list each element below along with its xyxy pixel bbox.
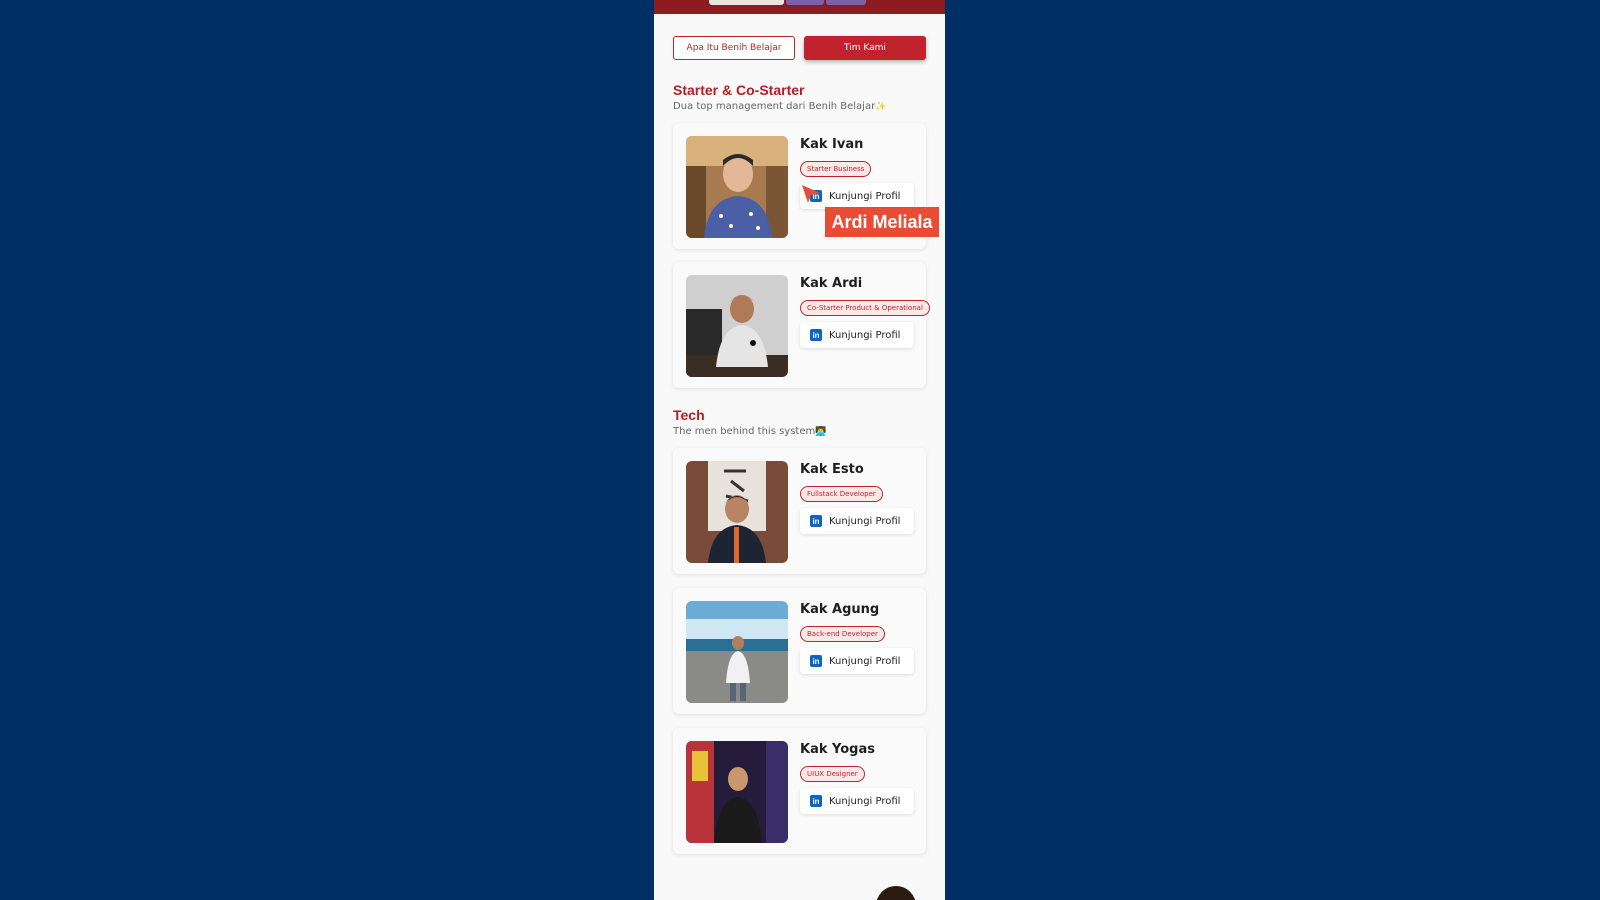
member-card-esto: Kak Esto Fullstack Developer in Kunjungi… [673, 448, 926, 574]
sparkles-icon: ✨ [875, 102, 887, 112]
member-photo [686, 601, 788, 703]
cursor-pointer-icon [802, 185, 820, 203]
visit-profile-label: Kunjungi Profil [829, 655, 901, 667]
mascot-illustration [876, 886, 916, 900]
section-title-starter: Starter & Co-Starter [673, 82, 805, 98]
linkedin-icon: in [810, 655, 822, 667]
visit-profile-button[interactable]: in Kunjungi Profil [800, 648, 914, 674]
member-card-agung: Kak Agung Back-end Developer in Kunjungi… [673, 588, 926, 714]
member-name: Kak Yogas [800, 742, 875, 757]
linkedin-icon: in [810, 795, 822, 807]
member-photo [686, 461, 788, 563]
member-name: Kak Ardi [800, 276, 863, 291]
visit-profile-label: Kunjungi Profil [829, 190, 901, 202]
member-card-yogas: Kak Yogas UIUX Designer in Kunjungi Prof… [673, 728, 926, 854]
tab-apa-itu-benih-belajar[interactable]: Apa Itu Benih Belajar [673, 36, 795, 60]
tab-tim-kami[interactable]: Tim Kami [804, 36, 926, 60]
member-photo [686, 275, 788, 377]
role-badge: Fullstack Developer [800, 486, 883, 502]
cursor-name-tag: Ardi Meliala [825, 207, 939, 237]
linkedin-icon: in [810, 515, 822, 527]
visit-profile-label: Kunjungi Profil [829, 515, 901, 527]
mobile-app-frame: Apa Itu Benih Belajar Tim Kami Starter &… [654, 0, 945, 900]
section-title-tech: Tech [673, 407, 705, 423]
visit-profile-button[interactable]: in Kunjungi Profil [800, 508, 914, 534]
visit-profile-label: Kunjungi Profil [829, 795, 901, 807]
tab-bar: Apa Itu Benih Belajar Tim Kami [673, 36, 927, 60]
section-subtitle-tech: The men behind this system👨‍💻 [673, 426, 827, 437]
role-badge: Starter Business [800, 161, 872, 177]
member-name: Kak Agung [800, 602, 880, 617]
member-name: Kak Ivan [800, 137, 864, 152]
member-photo [686, 741, 788, 843]
role-badge: Co-Starter Product & Operational [800, 300, 930, 316]
member-photo [686, 136, 788, 238]
developer-icon: 👨‍💻 [815, 427, 827, 437]
role-badge: Back-end Developer [800, 626, 885, 642]
role-badge: UIUX Designer [800, 766, 865, 782]
member-card-ardi: Kak Ardi Co-Starter Product & Operationa… [673, 262, 930, 388]
visit-profile-button[interactable]: in Kunjungi Profil [800, 788, 914, 814]
visit-profile-button[interactable]: in Kunjungi Profil [800, 322, 914, 348]
member-name: Kak Esto [800, 462, 864, 477]
section-subtitle-starter: Dua top management dari Benih Belajar✨ [673, 101, 887, 112]
top-banner [654, 0, 945, 14]
visit-profile-label: Kunjungi Profil [829, 329, 901, 341]
linkedin-icon: in [810, 329, 822, 341]
